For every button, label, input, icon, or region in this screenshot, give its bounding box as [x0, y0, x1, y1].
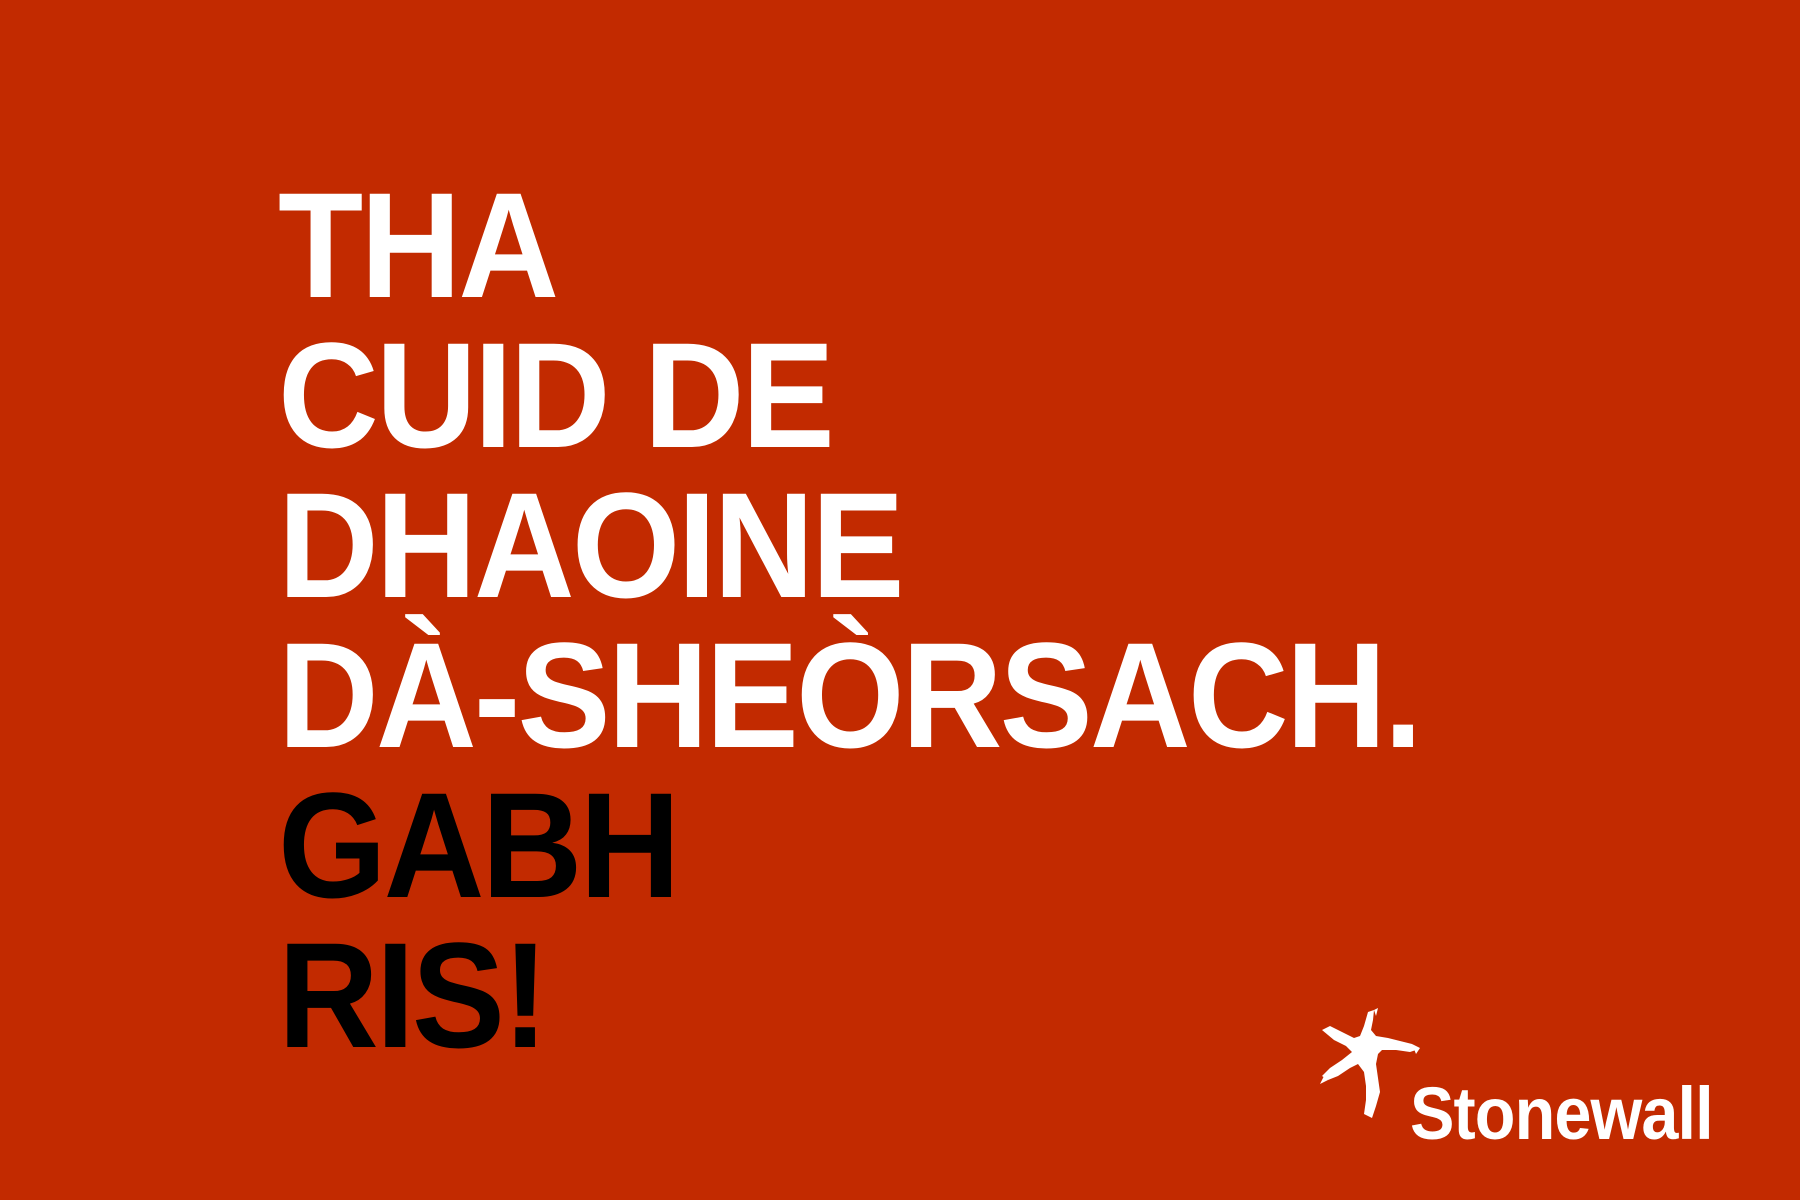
headline-line-1: THA [278, 161, 559, 329]
headline-line-4: DÀ-SHEÒRSACH. [278, 611, 1423, 779]
headline-line-5: GABH [278, 761, 680, 929]
stonewall-logo: Stonewall [1316, 1006, 1756, 1156]
headline-line-2: CUID DE [278, 311, 835, 479]
poster: THA CUID DE DHAOINE DÀ-SHEÒRSACH. GABH R… [0, 0, 1800, 1200]
logo-wordmark: Stonewall [1410, 1072, 1714, 1155]
headline-line-3: DHAOINE [278, 461, 905, 629]
headline: THA CUID DE DHAOINE DÀ-SHEÒRSACH. GABH R… [278, 170, 1506, 1070]
headline-line-6: RIS! [278, 911, 549, 1079]
